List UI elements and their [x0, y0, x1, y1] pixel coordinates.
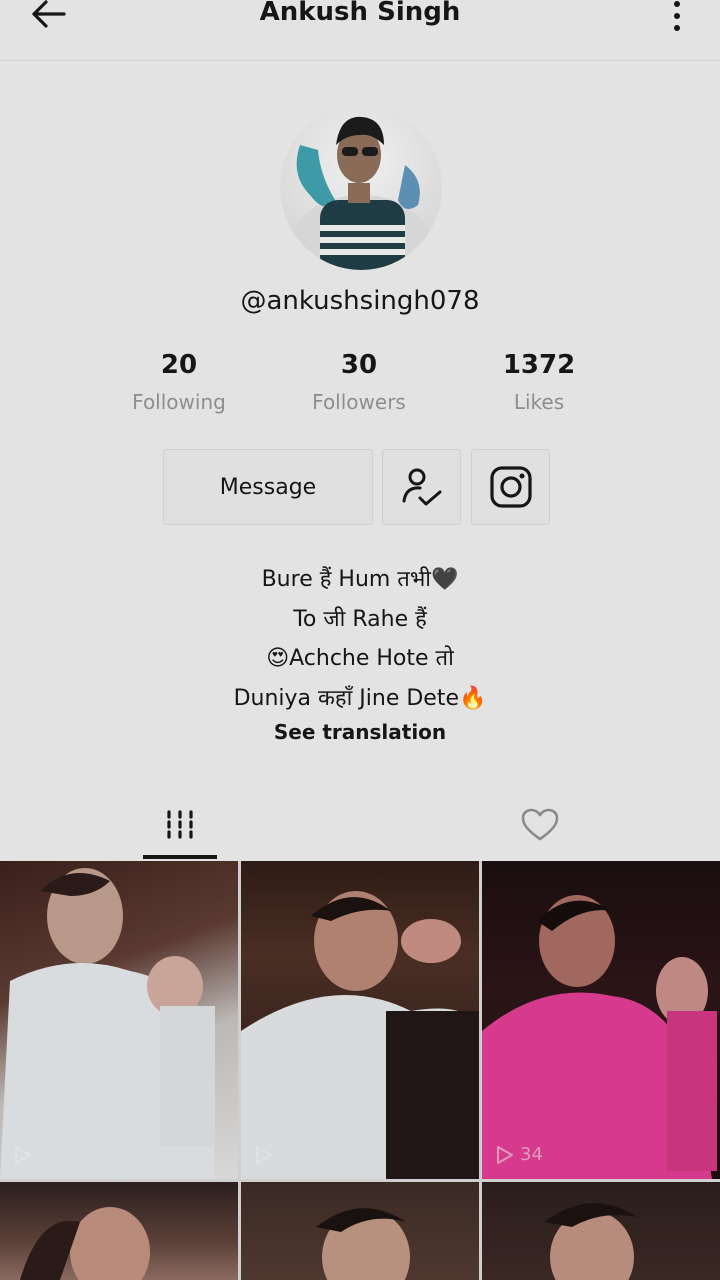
avatar[interactable]: [280, 105, 442, 270]
stat-value: 1372: [502, 350, 576, 380]
bio: Bure हैं Hum तभी🖤 To जी Rahe हैं 😍Achche…: [0, 560, 720, 718]
follow-status-button[interactable]: [382, 449, 461, 525]
top-bar: Ankush Singh: [0, 0, 720, 61]
profile-handle: @ankushsingh078: [240, 286, 480, 316]
view-count: [14, 1145, 38, 1165]
bio-line: To जी Rahe हैं: [293, 606, 427, 632]
message-button[interactable]: Message: [163, 449, 373, 525]
page-title: Ankush Singh: [259, 0, 461, 27]
view-count: [255, 1145, 279, 1165]
video-thumbnail[interactable]: 34: [482, 861, 720, 1179]
stat-value: 30: [340, 350, 378, 380]
video-figure: [544, 1203, 637, 1280]
stat-label: Following: [132, 390, 226, 414]
play-icon: [15, 1146, 31, 1164]
bio-line: 😍Achche Hote तो: [266, 646, 454, 671]
bio-line: Bure हैं Hum तभी🖤: [261, 567, 459, 592]
profile-tabs: [0, 790, 720, 860]
person-check-icon: [402, 468, 441, 506]
grid-icon: [167, 810, 193, 839]
video-thumbnail[interactable]: [241, 861, 479, 1179]
video-thumbnail[interactable]: [0, 861, 238, 1179]
video-thumbnail[interactable]: [482, 1182, 720, 1280]
video-thumbnail[interactable]: [0, 1182, 238, 1280]
video-grid: 34: [0, 861, 720, 1280]
video-thumbnail[interactable]: [241, 1182, 479, 1280]
more-options-button[interactable]: [662, 0, 692, 36]
view-count: 34: [496, 1144, 543, 1165]
see-translation-link[interactable]: See translation: [0, 717, 720, 747]
dot-icon: [674, 25, 680, 31]
video-figure: [482, 895, 717, 1179]
view-count-label: 34: [520, 1144, 543, 1165]
dot-icon: [674, 13, 680, 19]
video-figure: [20, 1207, 150, 1280]
play-icon: [497, 1145, 513, 1164]
stat-following[interactable]: 20 Following: [89, 348, 269, 416]
video-figure: [0, 868, 215, 1179]
video-figure: [241, 891, 479, 1179]
instagram-icon: [489, 466, 532, 508]
active-tab-indicator: [143, 855, 217, 859]
tab-liked[interactable]: [500, 790, 580, 860]
stat-followers[interactable]: 30 Followers: [269, 348, 449, 416]
tab-videos[interactable]: [140, 790, 220, 860]
stat-likes: 1372 Likes: [449, 348, 629, 416]
stat-label: Followers: [312, 390, 406, 414]
bio-line: Duniya कहाँ Jine Dete🔥: [233, 685, 487, 711]
avatar-photo: [291, 116, 431, 270]
play-icon: [256, 1146, 272, 1164]
message-button-label: Message: [219, 474, 317, 500]
video-figure: [316, 1208, 410, 1280]
heart-icon: [521, 808, 559, 841]
stat-label: Likes: [513, 390, 565, 414]
dot-icon: [674, 1, 680, 7]
instagram-button[interactable]: [471, 449, 550, 525]
stat-value: 20: [160, 350, 198, 380]
